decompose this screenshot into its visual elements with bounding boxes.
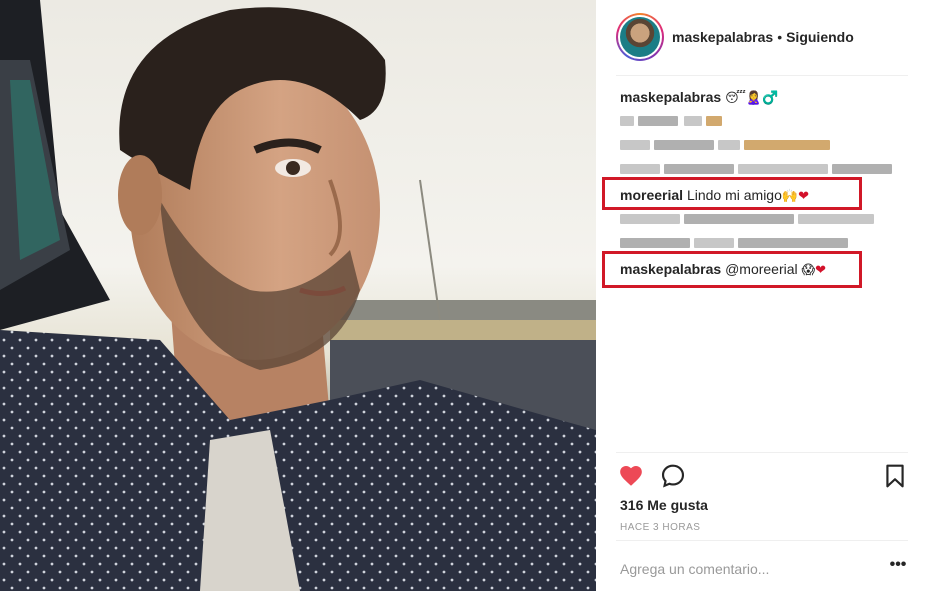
post-photo[interactable] — [0, 0, 596, 591]
comment-username[interactable]: moreerial — [620, 187, 683, 203]
avatar[interactable] — [616, 13, 664, 61]
pixelated-text — [620, 112, 916, 136]
post-author-username[interactable]: maskepalabras — [672, 29, 773, 45]
add-comment-input[interactable] — [616, 554, 876, 584]
comment-divider — [616, 540, 908, 541]
pixelated-text — [620, 234, 916, 258]
bookmark-icon — [886, 464, 904, 488]
pixelated-text — [620, 210, 916, 234]
caption-emojis: 😴🙎‍♀️♂️ — [725, 91, 779, 106]
post-photo-illustration — [0, 0, 596, 591]
header-text: maskepalabras • Siguiendo — [672, 29, 854, 45]
avatar-image — [620, 17, 660, 57]
pixelated-text — [620, 136, 916, 160]
comments-list: maskepalabras 😴🙎‍♀️♂️ moreerial Lindo mi… — [620, 88, 916, 284]
comment-text: Lindo mi amigo — [686, 187, 782, 203]
comment-emoji: 🙌 — [781, 189, 799, 204]
post-details-panel: maskepalabras • Siguiendo maskepalabras 😴🙎… — [596, 0, 928, 591]
comment-mention[interactable]: @moreerial — [725, 261, 798, 277]
post-timestamp[interactable]: HACE 3 HORAS — [620, 522, 700, 533]
pixelated-text — [620, 160, 916, 184]
save-button[interactable] — [882, 463, 908, 489]
heart-emoji: ❤ — [815, 263, 827, 278]
caption-username[interactable]: maskepalabras — [620, 89, 721, 105]
header-separator: • — [777, 29, 783, 45]
post-header: maskepalabras • Siguiendo — [596, 0, 928, 76]
comment-icon — [661, 464, 685, 488]
comment-item: maskepalabras @moreerial 😱❤ — [620, 260, 916, 284]
comment-button[interactable] — [660, 463, 686, 489]
caption: maskepalabras 😴🙎‍♀️♂️ — [620, 88, 916, 112]
comment-item: moreerial Lindo mi amigo🙌❤ — [620, 186, 916, 210]
comment-username[interactable]: maskepalabras — [620, 261, 721, 277]
like-button[interactable] — [618, 463, 644, 489]
comment-emoji: 😱 — [801, 263, 816, 278]
follow-status-button[interactable]: Siguiendo — [786, 29, 854, 45]
heart-icon — [620, 466, 642, 486]
add-comment-row: ••• — [616, 554, 908, 584]
header-divider — [616, 75, 908, 76]
heart-emoji: ❤ — [798, 189, 809, 204]
more-options-icon[interactable]: ••• — [888, 557, 908, 576]
likes-count[interactable]: 316 Me gusta — [620, 497, 708, 513]
action-bar — [596, 452, 928, 498]
